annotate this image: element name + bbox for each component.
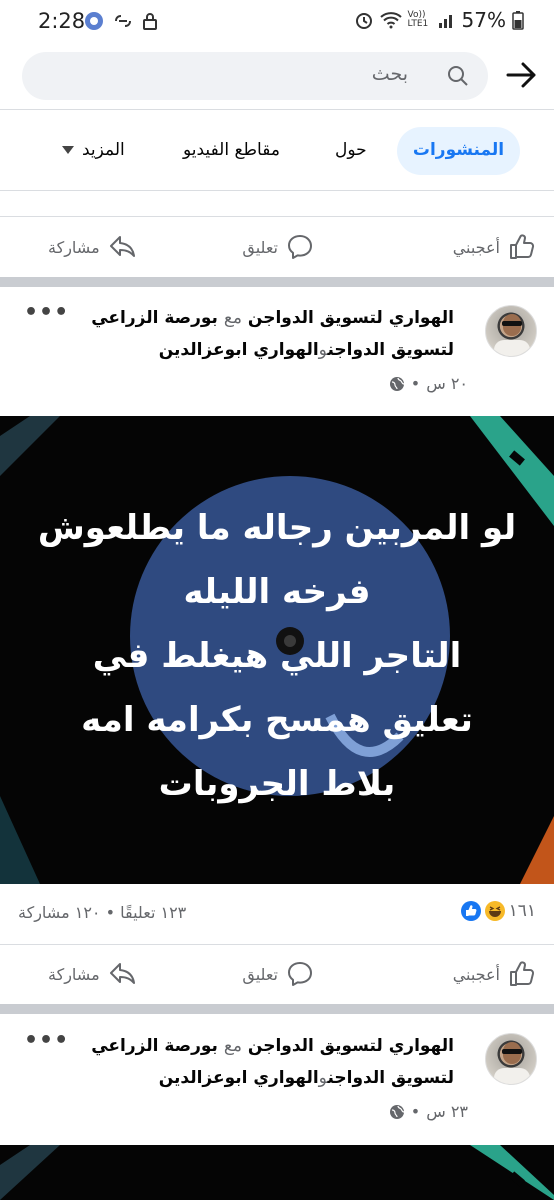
wifi-icon	[379, 12, 402, 29]
globe-icon	[389, 376, 404, 391]
stats-divider	[0, 944, 554, 945]
comment-label: تعليق	[242, 237, 278, 257]
stats-divider	[0, 216, 554, 217]
search-placeholder: بحث	[371, 63, 408, 85]
share-icon	[109, 236, 135, 257]
image-text-line: تعليق همسح بكرامه امه	[81, 700, 473, 740]
image-background	[0, 1145, 554, 1200]
haha-reaction-icon	[484, 901, 505, 921]
lock-icon	[143, 13, 157, 30]
tagged-page[interactable]: لتسويق الدواجن	[327, 1068, 454, 1088]
post-author-line: الهواري لتسويق الدواجن مع بورصة الزراعي	[91, 1036, 454, 1056]
like-button[interactable]: أعجبني	[453, 233, 536, 261]
post-meta: ٢٣ س •	[389, 1102, 468, 1121]
image-text-line: التاجر اللي هيغلط في	[92, 636, 462, 676]
tab-more[interactable]: المزيد	[62, 140, 125, 160]
post-separator	[0, 277, 554, 287]
post-meta: ٢٠ س •	[389, 374, 468, 393]
tabs-divider	[0, 190, 554, 191]
tagged-person[interactable]: الهواري ابوعزالدين	[159, 340, 319, 360]
avatar[interactable]	[485, 1033, 537, 1085]
like-label: أعجبني	[452, 237, 500, 257]
comments-shares-count[interactable]: ١٢٣ تعليقًا • ١٢٠ مشاركة	[18, 903, 186, 922]
avatar[interactable]	[485, 305, 537, 357]
like-reaction-icon	[460, 901, 481, 921]
battery-text: 57%	[461, 8, 506, 32]
post-author[interactable]: الهواري لتسويق الدواجن	[248, 1036, 454, 1056]
post-tagged-line: لتسويق الدواجنوالهواري ابوعزالدين	[158, 1068, 454, 1088]
like-button[interactable]: أعجبني	[453, 960, 536, 988]
comment-label: تعليق	[242, 964, 278, 984]
signal-icon	[438, 15, 452, 28]
post-time[interactable]: ٢٣ س	[426, 1102, 468, 1121]
tab-about[interactable]: حول	[335, 140, 367, 160]
tab-videos[interactable]: مقاطع الفيديو	[183, 140, 280, 160]
post-author-line: الهواري لتسويق الدواجن مع بورصة الزراعي	[91, 308, 454, 328]
status-bar: 2:28 Vo)) LTE1 57%	[0, 0, 554, 42]
status-time: 2:28	[38, 9, 86, 33]
battery-icon	[512, 11, 524, 30]
header-divider	[0, 109, 554, 110]
tagged-page[interactable]: بورصة الزراعي	[91, 1036, 218, 1056]
thumb-up-icon	[510, 234, 535, 259]
post-tagged-line: لتسويق الدواجنوالهواري ابوعزالدين	[158, 340, 454, 360]
reactions-summary[interactable]: ١٦١	[460, 901, 536, 921]
caret-down-icon	[62, 146, 74, 154]
comment-icon	[288, 235, 312, 259]
search-input[interactable]: بحث	[22, 52, 488, 100]
image-text-line: بلاط الجروبات	[158, 764, 396, 804]
back-arrow-icon[interactable]	[504, 58, 538, 92]
post-author[interactable]: الهواري لتسويق الدواجن	[248, 308, 454, 328]
post-image[interactable]	[0, 1145, 554, 1200]
tab-more-label: المزيد	[82, 140, 125, 160]
image-text-line: فرخه الليله	[183, 572, 371, 612]
like-label: أعجبني	[452, 964, 500, 984]
network-label: Vo)) LTE1	[407, 10, 429, 29]
comment-button[interactable]: تعليق	[242, 233, 314, 261]
image-text-line: لو المربين رجاله ما يطلعوش	[37, 508, 517, 548]
link-icon	[115, 15, 131, 27]
comment-icon	[288, 962, 312, 986]
share-label: مشاركة	[48, 237, 100, 257]
comment-button[interactable]: تعليق	[242, 960, 314, 988]
tab-posts[interactable]: المنشورات	[397, 127, 520, 175]
tab-posts-label: المنشورات	[412, 140, 505, 160]
globe-icon	[389, 1104, 404, 1119]
search-icon	[448, 66, 468, 86]
thumb-up-icon	[510, 961, 535, 986]
post-time[interactable]: ٢٠ س	[426, 374, 468, 393]
app-circle-icon	[85, 12, 103, 30]
post-image[interactable]: لو المربين رجاله ما يطلعوش فرخه الليله ا…	[0, 416, 554, 884]
reactions-count: ١٦١	[508, 901, 536, 921]
tagged-page[interactable]: بورصة الزراعي	[91, 308, 218, 328]
post-separator	[0, 1004, 554, 1014]
alarm-icon	[355, 13, 372, 29]
app-screen: 2:28 Vo)) LTE1 57% بحث المنشورات حول مقا…	[0, 0, 554, 1200]
tagged-person[interactable]: الهواري ابوعزالدين	[159, 1068, 319, 1088]
share-label: مشاركة	[48, 964, 100, 984]
share-button[interactable]: مشاركة	[48, 233, 138, 261]
share-button[interactable]: مشاركة	[48, 960, 138, 988]
tagged-page[interactable]: لتسويق الدواجن	[327, 340, 454, 360]
share-icon	[109, 963, 135, 984]
